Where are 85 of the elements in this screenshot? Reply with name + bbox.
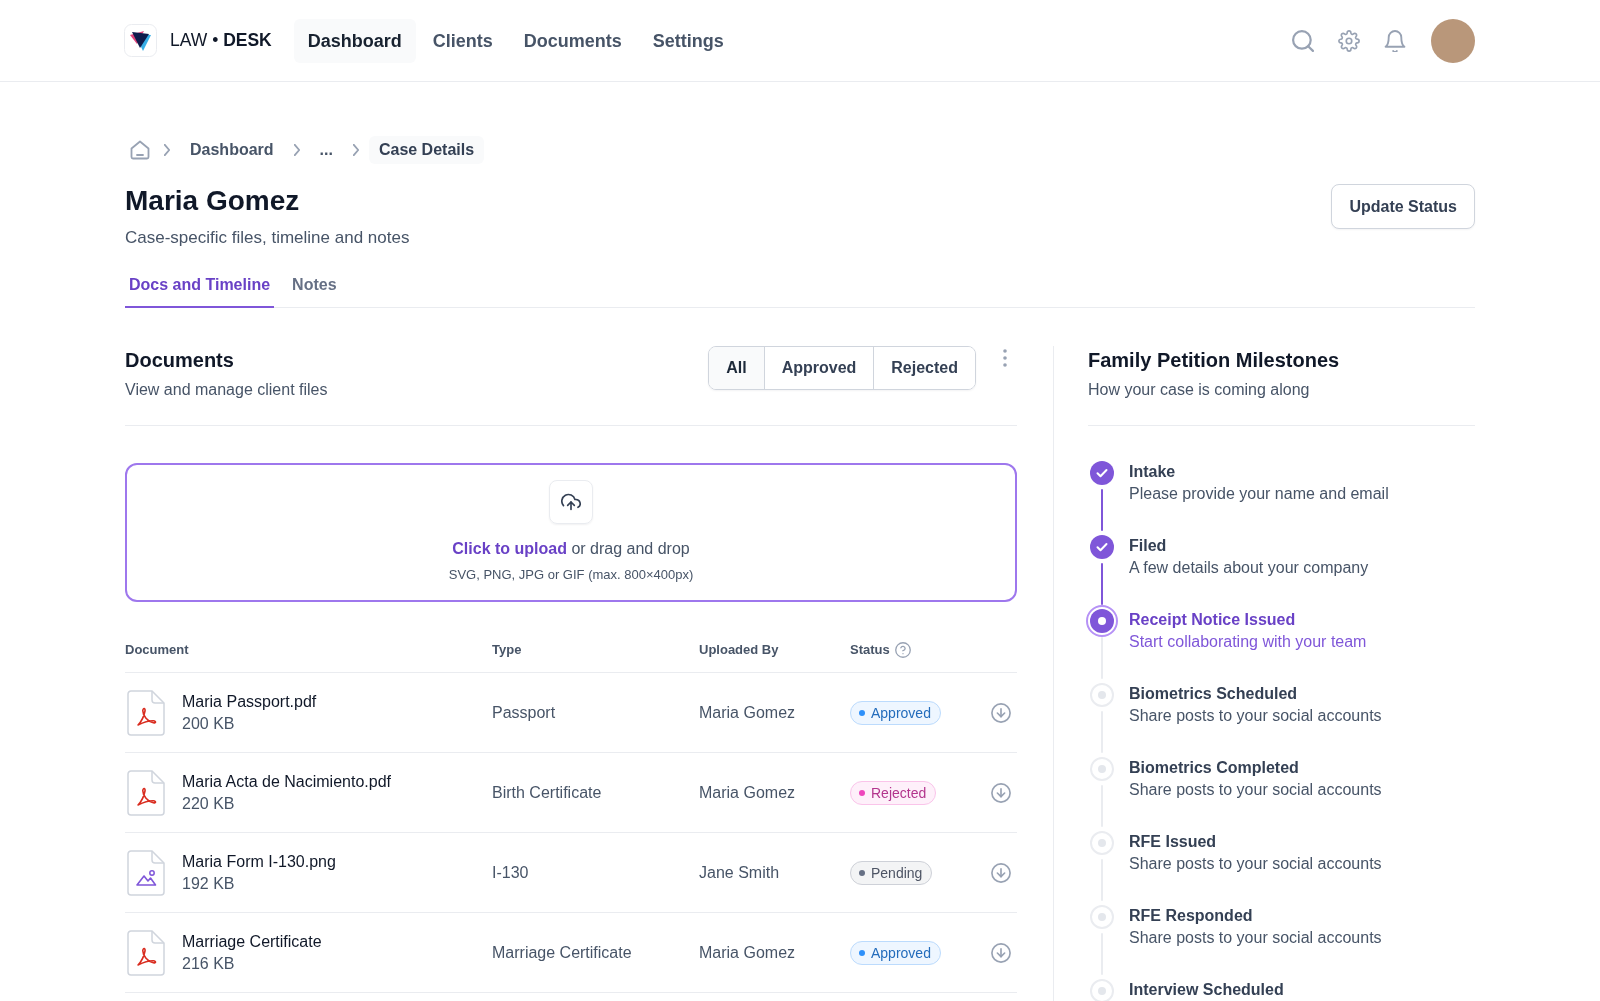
file-size: 216 KB	[182, 953, 236, 974]
column-header: Status	[850, 641, 890, 659]
logo-icon	[124, 24, 157, 57]
column-header: Uploaded By	[699, 641, 779, 659]
avatar-placeholder[interactable]	[1431, 18, 1475, 63]
upload-dropzone[interactable]: Click to upload or drag and drop SVG, PNG, JPG or GIF (max. 800×400px)	[125, 463, 1017, 602]
uploader-name: Jane Smith	[699, 862, 781, 883]
column-header: Type	[492, 641, 522, 659]
pdf-file-icon	[127, 689, 165, 736]
nav-link[interactable]: Documents	[509, 18, 636, 63]
pdf-file-icon	[127, 769, 165, 816]
milestone-title: Interview Scheduled	[1129, 980, 1285, 1000]
download-icon[interactable]	[991, 942, 1011, 963]
file-name: Maria Acta de Nacimiento.pdf	[182, 771, 391, 792]
file-name: Maria Passport.pdf	[182, 691, 317, 712]
logo-wordmark: LAW • DESK	[170, 30, 272, 51]
bell-icon[interactable]	[1384, 29, 1406, 52]
download-icon[interactable]	[991, 782, 1011, 803]
upload-instructions: Click to upload or drag and drop	[452, 539, 690, 559]
milestone-description: Share posts to your social accounts	[1129, 854, 1383, 874]
file-size: 200 KB	[182, 713, 236, 734]
step-connector	[1101, 563, 1103, 605]
upload-link[interactable]: Click to upload	[452, 540, 567, 557]
milestone-description: Start collaborating with your team	[1129, 632, 1368, 652]
filter-tab[interactable]: Rejected	[873, 347, 975, 389]
file-name: Marriage Certificate	[182, 931, 322, 952]
milestone-description: Share posts to your social accounts	[1129, 706, 1383, 726]
tab[interactable]: Notes	[288, 273, 341, 308]
breadcrumb-link[interactable]: Dashboard	[180, 136, 284, 164]
search-icon[interactable]	[1292, 29, 1314, 52]
document-type: Birth Certificate	[492, 782, 603, 803]
milestone-title: RFE Issued	[1129, 832, 1218, 852]
file-size: 220 KB	[182, 793, 236, 814]
nav-link[interactable]: Dashboard	[293, 18, 416, 63]
document-type: I-130	[492, 862, 530, 883]
milestone-description: Share posts to your social accounts	[1129, 928, 1383, 948]
breadcrumb-link[interactable]: Case Details	[368, 136, 485, 164]
file-size: 192 KB	[182, 873, 236, 894]
file-name: Maria Form I-130.png	[182, 851, 336, 872]
update-status-button[interactable]: Update Status	[1331, 184, 1475, 229]
section-subtitle: View and manage client files	[125, 380, 329, 400]
section-title: Family Petition Milestones	[1088, 348, 1341, 373]
uploader-name: Maria Gomez	[699, 702, 797, 723]
filter-tab[interactable]: All	[709, 347, 764, 389]
settings-icon[interactable]	[1338, 29, 1360, 52]
milestone-title: Filed	[1129, 536, 1168, 556]
image-file-icon	[127, 849, 165, 896]
filter-tab[interactable]: Approved	[763, 347, 874, 389]
milestone-description: Share posts to your social accounts	[1129, 780, 1383, 800]
page-subtitle: Case-specific files, timeline and notes	[125, 227, 410, 249]
status-label: Approved	[871, 943, 931, 962]
milestone-title: Intake	[1129, 462, 1177, 482]
upload-cloud-icon	[549, 480, 593, 524]
status-label: Rejected	[871, 783, 927, 802]
section-subtitle: How your case is coming along	[1088, 380, 1311, 400]
chevron-icon	[352, 144, 359, 156]
step-connector	[1101, 489, 1103, 531]
document-type: Marriage Certificate	[492, 942, 633, 963]
document-type: Passport	[492, 702, 557, 723]
home-icon[interactable]	[130, 140, 150, 160]
breadcrumb-link[interactable]: ...	[309, 136, 343, 164]
milestone-description: A few details about your company	[1129, 558, 1370, 578]
status-label: Pending	[871, 863, 923, 882]
nav-link[interactable]: Clients	[418, 18, 507, 63]
upload-hint: SVG, PNG, JPG or GIF (max. 800×400px)	[448, 566, 694, 584]
column-header: Document	[125, 641, 189, 659]
download-icon[interactable]	[991, 702, 1011, 723]
nav-link[interactable]: Settings	[638, 18, 738, 63]
tab[interactable]: Docs and Timeline	[125, 273, 275, 308]
milestone-title: Biometrics Completed	[1129, 758, 1300, 778]
milestone-title: Receipt Notice Issued	[1129, 610, 1297, 630]
status-label: Approved	[871, 703, 931, 722]
milestone-description: Please provide your name and email	[1129, 484, 1390, 504]
more-options-icon[interactable]	[1003, 349, 1007, 367]
uploader-name: Maria Gomez	[699, 782, 797, 803]
page-title: Maria Gomez	[125, 184, 301, 218]
pdf-file-icon	[127, 929, 165, 976]
help-icon[interactable]	[894, 642, 911, 658]
chevron-icon	[293, 144, 300, 156]
section-title: Documents	[125, 348, 235, 373]
uploader-name: Maria Gomez	[699, 942, 797, 963]
download-icon[interactable]	[991, 862, 1011, 883]
milestone-title: Biometrics Scheduled	[1129, 684, 1299, 704]
milestone-title: RFE Responded	[1129, 906, 1254, 926]
chevron-icon	[164, 144, 170, 156]
